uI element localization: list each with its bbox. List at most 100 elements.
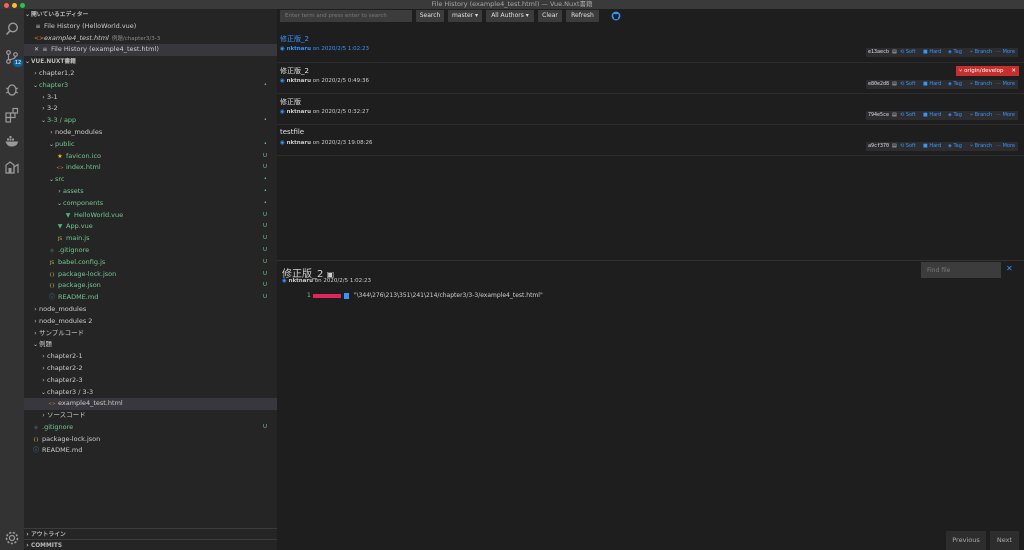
commit-row[interactable]: 修正版_2 ◉ nktnaru on 2020/2/5 1:02:23 e13aec… bbox=[277, 31, 1024, 63]
docker-icon[interactable] bbox=[4, 133, 20, 149]
chevron-down-icon[interactable]: ⌄ bbox=[48, 139, 55, 151]
tree-file[interactable]: ◈ .gitignore U bbox=[24, 422, 277, 434]
more-button[interactable]: ⋯ More bbox=[996, 80, 1015, 89]
open-editor-item[interactable]: ≡ File History (HelloWorld.vue) bbox=[24, 21, 277, 33]
branch-button[interactable]: ⑂ Branch bbox=[970, 142, 992, 151]
open-editor-item[interactable]: <>example4_test.html 例題/chapter3/3-3 bbox=[24, 33, 277, 45]
chevron-right-icon[interactable]: › bbox=[32, 68, 39, 80]
tree-folder[interactable]: ⌄3-3 / app • bbox=[24, 115, 277, 127]
commit-hash[interactable]: e13aecb bbox=[868, 48, 889, 57]
tag-button[interactable]: ◈ Tag bbox=[948, 111, 962, 120]
branch-button[interactable]: ⑂ Branch bbox=[970, 111, 992, 120]
branch-button[interactable]: ⑂ Branch bbox=[970, 80, 992, 89]
explorer-header[interactable]: ⌄VUE.NUXT書籍 bbox=[24, 56, 277, 68]
search-icon[interactable] bbox=[4, 21, 20, 37]
tree-file[interactable]: JS babel.config.js U bbox=[24, 257, 277, 269]
copy-hash-icon[interactable]: ▤ bbox=[892, 142, 897, 151]
tree-file[interactable]: ★ favicon.ico U bbox=[24, 151, 277, 163]
previous-page-button[interactable]: Previous bbox=[946, 531, 986, 550]
commit-hash[interactable]: a9cf370 bbox=[868, 142, 889, 151]
commit-author[interactable]: nktnaru bbox=[287, 46, 311, 52]
tree-file[interactable]: ▼ App.vue U bbox=[24, 221, 277, 233]
tree-file[interactable]: {} package.json U bbox=[24, 280, 277, 292]
gear-icon[interactable] bbox=[4, 530, 20, 546]
commit-author[interactable]: nktnaru bbox=[287, 140, 311, 146]
chevron-down-icon[interactable]: ⌄ bbox=[40, 387, 47, 399]
chevron-right-icon[interactable]: › bbox=[32, 304, 39, 316]
more-button[interactable]: ⋯ More bbox=[996, 142, 1015, 151]
branch-button[interactable]: ⑂ Branch bbox=[970, 48, 992, 57]
copy-hash-icon[interactable]: ▤ bbox=[892, 48, 897, 57]
tree-file[interactable]: ⓘ README.md bbox=[24, 445, 277, 457]
hard-reset-button[interactable]: ■ Hard bbox=[923, 142, 941, 151]
close-icon[interactable]: ✕ bbox=[34, 46, 41, 53]
tree-file[interactable]: {} package-lock.json U bbox=[24, 269, 277, 281]
search-input[interactable] bbox=[280, 10, 412, 22]
tree-folder[interactable]: › ソースコード bbox=[24, 410, 277, 422]
tree-file[interactable]: ⓘ README.md U bbox=[24, 292, 277, 304]
tree-folder[interactable]: › node_modules bbox=[24, 127, 277, 139]
chevron-right-icon[interactable]: › bbox=[40, 410, 47, 422]
copy-hash-icon[interactable]: ▤ bbox=[892, 80, 897, 89]
commit-message[interactable]: 修正版_2 bbox=[280, 34, 309, 44]
tree-folder[interactable]: › node_modules bbox=[24, 304, 277, 316]
chevron-down-icon[interactable]: ⌄ bbox=[32, 80, 39, 92]
commits-header[interactable]: › COMMITS bbox=[24, 539, 277, 550]
more-button[interactable]: ⋯ More bbox=[996, 111, 1015, 120]
commit-hash[interactable]: 794e5ce bbox=[868, 111, 889, 120]
commit-hash[interactable]: e80e2d8 bbox=[868, 80, 889, 89]
chevron-right-icon[interactable]: › bbox=[40, 92, 47, 104]
tree-folder[interactable]: › chapter2-2 bbox=[24, 363, 277, 375]
tree-folder[interactable]: › 3-1 bbox=[24, 92, 277, 104]
tree-folder[interactable]: › サンプルコード bbox=[24, 328, 277, 340]
tree-folder[interactable]: › chapter2-1 bbox=[24, 351, 277, 363]
commit-row[interactable]: 修正版_2 ◉ nktnaru on 2020/2/5 0:49:36 e80e2d… bbox=[277, 63, 1024, 94]
chevron-right-icon[interactable]: › bbox=[40, 375, 47, 387]
remove-branch-icon[interactable]: ✕ bbox=[1011, 66, 1016, 76]
refresh-button[interactable]: Refresh bbox=[566, 10, 599, 22]
hard-reset-button[interactable]: ■ Hard bbox=[923, 80, 941, 89]
commit-message[interactable]: testfile bbox=[280, 128, 304, 136]
tree-folder[interactable]: › chapter2-3 bbox=[24, 375, 277, 387]
changed-file-row[interactable]: 1 "\344\276\213\351\241\214/chapter3/3-3/… bbox=[307, 292, 543, 299]
github-icon[interactable] bbox=[611, 11, 621, 21]
chevron-right-icon[interactable]: › bbox=[40, 351, 47, 363]
tree-folder[interactable]: › node_modules 2 bbox=[24, 316, 277, 328]
chevron-down-icon[interactable]: ⌄ bbox=[56, 198, 63, 210]
chevron-right-icon[interactable]: › bbox=[40, 103, 47, 115]
more-button[interactable]: ⋯ More bbox=[996, 48, 1015, 57]
extensions-icon[interactable] bbox=[4, 107, 20, 123]
debug-icon[interactable] bbox=[4, 81, 20, 97]
close-icon[interactable]: ✕ bbox=[1006, 264, 1013, 273]
hard-reset-button[interactable]: ■ Hard bbox=[923, 48, 941, 57]
find-file-input[interactable] bbox=[921, 262, 1001, 278]
remote-explorer-icon[interactable] bbox=[4, 159, 20, 175]
chevron-down-icon[interactable]: ⌄ bbox=[48, 174, 55, 186]
search-button[interactable]: Search bbox=[416, 10, 444, 22]
copy-hash-icon[interactable]: ▤ bbox=[892, 111, 897, 120]
commit-row[interactable]: 修正版 ◉ nktnaru on 2020/2/5 0:32:27 794e5ce ▤… bbox=[277, 94, 1024, 125]
open-editors-header[interactable]: ⌄開いているエディター bbox=[24, 9, 277, 21]
tree-folder[interactable]: ⌄public • bbox=[24, 139, 277, 151]
soft-reset-button[interactable]: ⟲ Soft bbox=[900, 80, 916, 89]
soft-reset-button[interactable]: ⟲ Soft bbox=[900, 142, 916, 151]
tree-folder[interactable]: › 3-2 bbox=[24, 103, 277, 115]
tree-file[interactable]: ▼ HelloWorld.vue U bbox=[24, 210, 277, 222]
tree-file[interactable]: <> index.html U bbox=[24, 162, 277, 174]
commit-row[interactable]: testfile ◉ nktnaru on 2020/2/3 19:08:26 a9… bbox=[277, 125, 1024, 156]
next-page-button[interactable]: Next bbox=[990, 531, 1019, 550]
tag-button[interactable]: ◈ Tag bbox=[948, 142, 962, 151]
commit-message[interactable]: 修正版_2 bbox=[280, 66, 309, 76]
chevron-down-icon[interactable]: ⌄ bbox=[40, 115, 47, 127]
tree-file[interactable]: <> example4_test.html bbox=[24, 398, 277, 411]
tree-folder[interactable]: ⌄例題 bbox=[24, 339, 277, 351]
tree-folder[interactable]: ⌄components • bbox=[24, 198, 277, 210]
authors-select[interactable]: All Authors ▾ bbox=[486, 10, 534, 22]
commit-author[interactable]: nktnaru bbox=[287, 78, 311, 84]
tree-file[interactable]: ◈ .gitignore U bbox=[24, 245, 277, 257]
chevron-down-icon[interactable]: ⌄ bbox=[32, 339, 39, 351]
tree-folder[interactable]: › assets • bbox=[24, 186, 277, 198]
tree-folder[interactable]: ⌄chapter3 • bbox=[24, 80, 277, 92]
commit-message[interactable]: 修正版 bbox=[280, 97, 301, 107]
soft-reset-button[interactable]: ⟲ Soft bbox=[900, 48, 916, 57]
